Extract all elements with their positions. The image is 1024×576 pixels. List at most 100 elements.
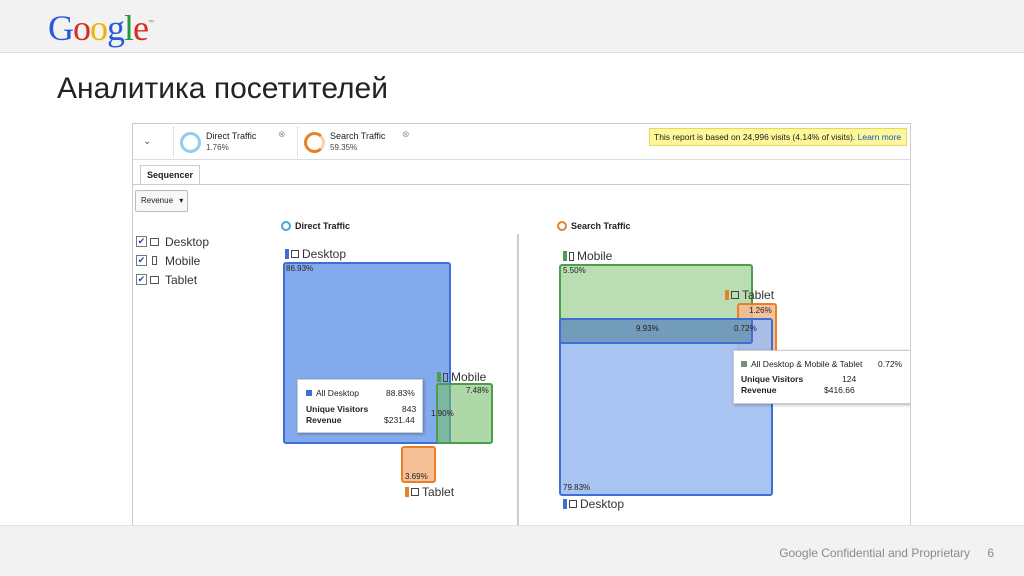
tab-divider — [133, 184, 910, 185]
tooltip-rev: $416.66 — [824, 385, 855, 395]
confidential-notice: Google Confidential and Proprietary — [779, 546, 970, 560]
segment-search-traffic[interactable]: Search Traffic 59.35% ⊗ — [297, 127, 415, 157]
top-bar: Google ™ — [0, 0, 1024, 53]
tab-sequencer[interactable]: Sequencer — [140, 165, 200, 185]
tooltip-rev-label: Revenue — [741, 385, 777, 395]
learn-more-link[interactable]: Learn more — [858, 132, 901, 142]
check-icon[interactable]: ✔ — [136, 255, 147, 266]
search-desktop-pct: 79.83% — [563, 483, 591, 492]
checkbox-label: Tablet — [165, 272, 198, 287]
page-number: 6 — [987, 546, 994, 560]
tooltip-title: All Desktop & Mobile & Tablet — [741, 359, 862, 369]
checkbox-label: Mobile — [165, 253, 201, 268]
metric-dropdown[interactable]: Revenue ▾ — [135, 190, 188, 212]
color-swatch — [725, 290, 729, 300]
segment-pct: 1.76% — [206, 143, 229, 152]
tooltip-title-pct: 0.72% — [878, 359, 903, 369]
direct-desktop-pct: 86.93% — [286, 264, 314, 273]
segment-name: Direct Traffic — [206, 131, 257, 141]
tablet-icon — [411, 488, 419, 496]
chevron-down-icon[interactable]: ⌄ — [143, 136, 151, 147]
panel-divider — [517, 234, 519, 525]
mobile-icon — [569, 251, 574, 261]
search-desktop-label: Desktop — [563, 497, 624, 511]
title-text: Direct Traffic — [295, 221, 351, 231]
color-swatch — [563, 499, 567, 509]
tooltip-uv-label: Unique Visitors — [306, 404, 369, 414]
direct-mobile-label: Mobile — [437, 370, 486, 384]
direct-desktop-label: Desktop — [285, 247, 346, 261]
search-desktop-box[interactable] — [559, 318, 773, 496]
label-text: Desktop — [302, 247, 347, 261]
color-swatch — [306, 390, 312, 396]
segment-direct-traffic[interactable]: Direct Traffic 1.76% ⊗ — [173, 127, 291, 157]
analytics-screenshot: ⌄ Direct Traffic 1.76% ⊗ Search Traffic … — [132, 123, 911, 526]
color-swatch — [285, 249, 289, 259]
tooltip-uv: 843 — [402, 404, 417, 414]
segment-name: Search Traffic — [330, 131, 386, 141]
caret-down-icon: ▾ — [179, 196, 184, 205]
tablet-icon — [731, 291, 739, 299]
color-swatch — [741, 361, 747, 367]
desktop-icon — [291, 250, 299, 258]
checkbox-label: Desktop — [165, 234, 210, 249]
color-swatch — [437, 372, 441, 382]
search-overlap-pct: 9.93% — [636, 324, 659, 333]
notice-text: This report is based on 24,996 visits (4… — [654, 132, 858, 142]
segment-pct: 59.35% — [330, 143, 358, 152]
search-tablet-label: Tablet — [725, 288, 774, 302]
checkbox-desktop[interactable]: ✔ Desktop — [136, 232, 209, 251]
color-swatch — [405, 487, 409, 497]
slide-title: Аналитика посетителей — [57, 72, 388, 105]
tooltip-uv: 124 — [842, 374, 857, 384]
search-tablet-pct: 1.26% — [749, 306, 772, 315]
label-text: Desktop — [580, 497, 625, 511]
title-text: Search Traffic — [571, 221, 631, 231]
segment-bar: ⌄ Direct Traffic 1.76% ⊗ Search Traffic … — [133, 124, 910, 160]
ring-icon — [281, 221, 291, 231]
ring-icon — [180, 132, 201, 153]
ring-icon — [304, 132, 325, 153]
direct-tooltip: All Desktop 88.83% Unique Visitors 843 R… — [297, 379, 423, 433]
tooltip-title: All Desktop — [306, 388, 359, 398]
search-overlap2-pct: 0.72% — [734, 324, 757, 333]
direct-mobile-pct: 7.48% — [466, 386, 489, 395]
footer: Google Confidential and Proprietary 6 — [0, 525, 1024, 576]
label-text: Tablet — [742, 288, 775, 302]
direct-traffic-title: Direct Traffic — [281, 221, 350, 231]
tooltip-title-text: All Desktop — [316, 388, 359, 398]
search-mobile-pct: 5.50% — [563, 266, 586, 275]
close-icon[interactable]: ⊗ — [402, 129, 410, 140]
checkbox-tablet[interactable]: ✔ Tablet — [136, 270, 209, 289]
mobile-icon — [152, 256, 157, 265]
check-icon[interactable]: ✔ — [136, 274, 147, 285]
color-swatch — [563, 251, 567, 261]
mobile-icon — [443, 372, 448, 382]
search-mobile-label: Mobile — [563, 249, 612, 263]
trademark: ™ — [148, 20, 154, 26]
checkbox-mobile[interactable]: ✔ Mobile — [136, 251, 209, 270]
tooltip-title-text: All Desktop & Mobile & Tablet — [751, 359, 863, 369]
label-text: Mobile — [451, 370, 487, 384]
tablet-icon — [150, 275, 159, 284]
direct-tablet-pct: 3.69% — [405, 472, 428, 481]
report-notice: This report is based on 24,996 visits (4… — [649, 128, 907, 146]
desktop-icon — [569, 500, 577, 508]
ring-icon — [557, 221, 567, 231]
device-filter: ✔ Desktop ✔ Mobile ✔ Tablet — [136, 232, 209, 289]
label-text: Tablet — [422, 485, 455, 499]
direct-tablet-label: Tablet — [405, 485, 454, 499]
tooltip-uv-label: Unique Visitors — [741, 374, 804, 384]
tooltip-rev-label: Revenue — [306, 415, 342, 425]
check-icon[interactable]: ✔ — [136, 236, 147, 247]
dropdown-value: Revenue — [141, 196, 174, 205]
direct-overlap-pct: 1.90% — [431, 409, 454, 418]
tooltip-title-pct: 88.83% — [386, 388, 415, 398]
desktop-icon — [150, 237, 159, 246]
close-icon[interactable]: ⊗ — [278, 129, 286, 140]
label-text: Mobile — [577, 249, 613, 263]
tooltip-rev: $231.44 — [384, 415, 415, 425]
search-tooltip: All Desktop & Mobile & Tablet 0.72% Uniq… — [733, 350, 910, 404]
search-traffic-title: Search Traffic — [557, 221, 631, 231]
google-logo: Google — [48, 8, 149, 48]
